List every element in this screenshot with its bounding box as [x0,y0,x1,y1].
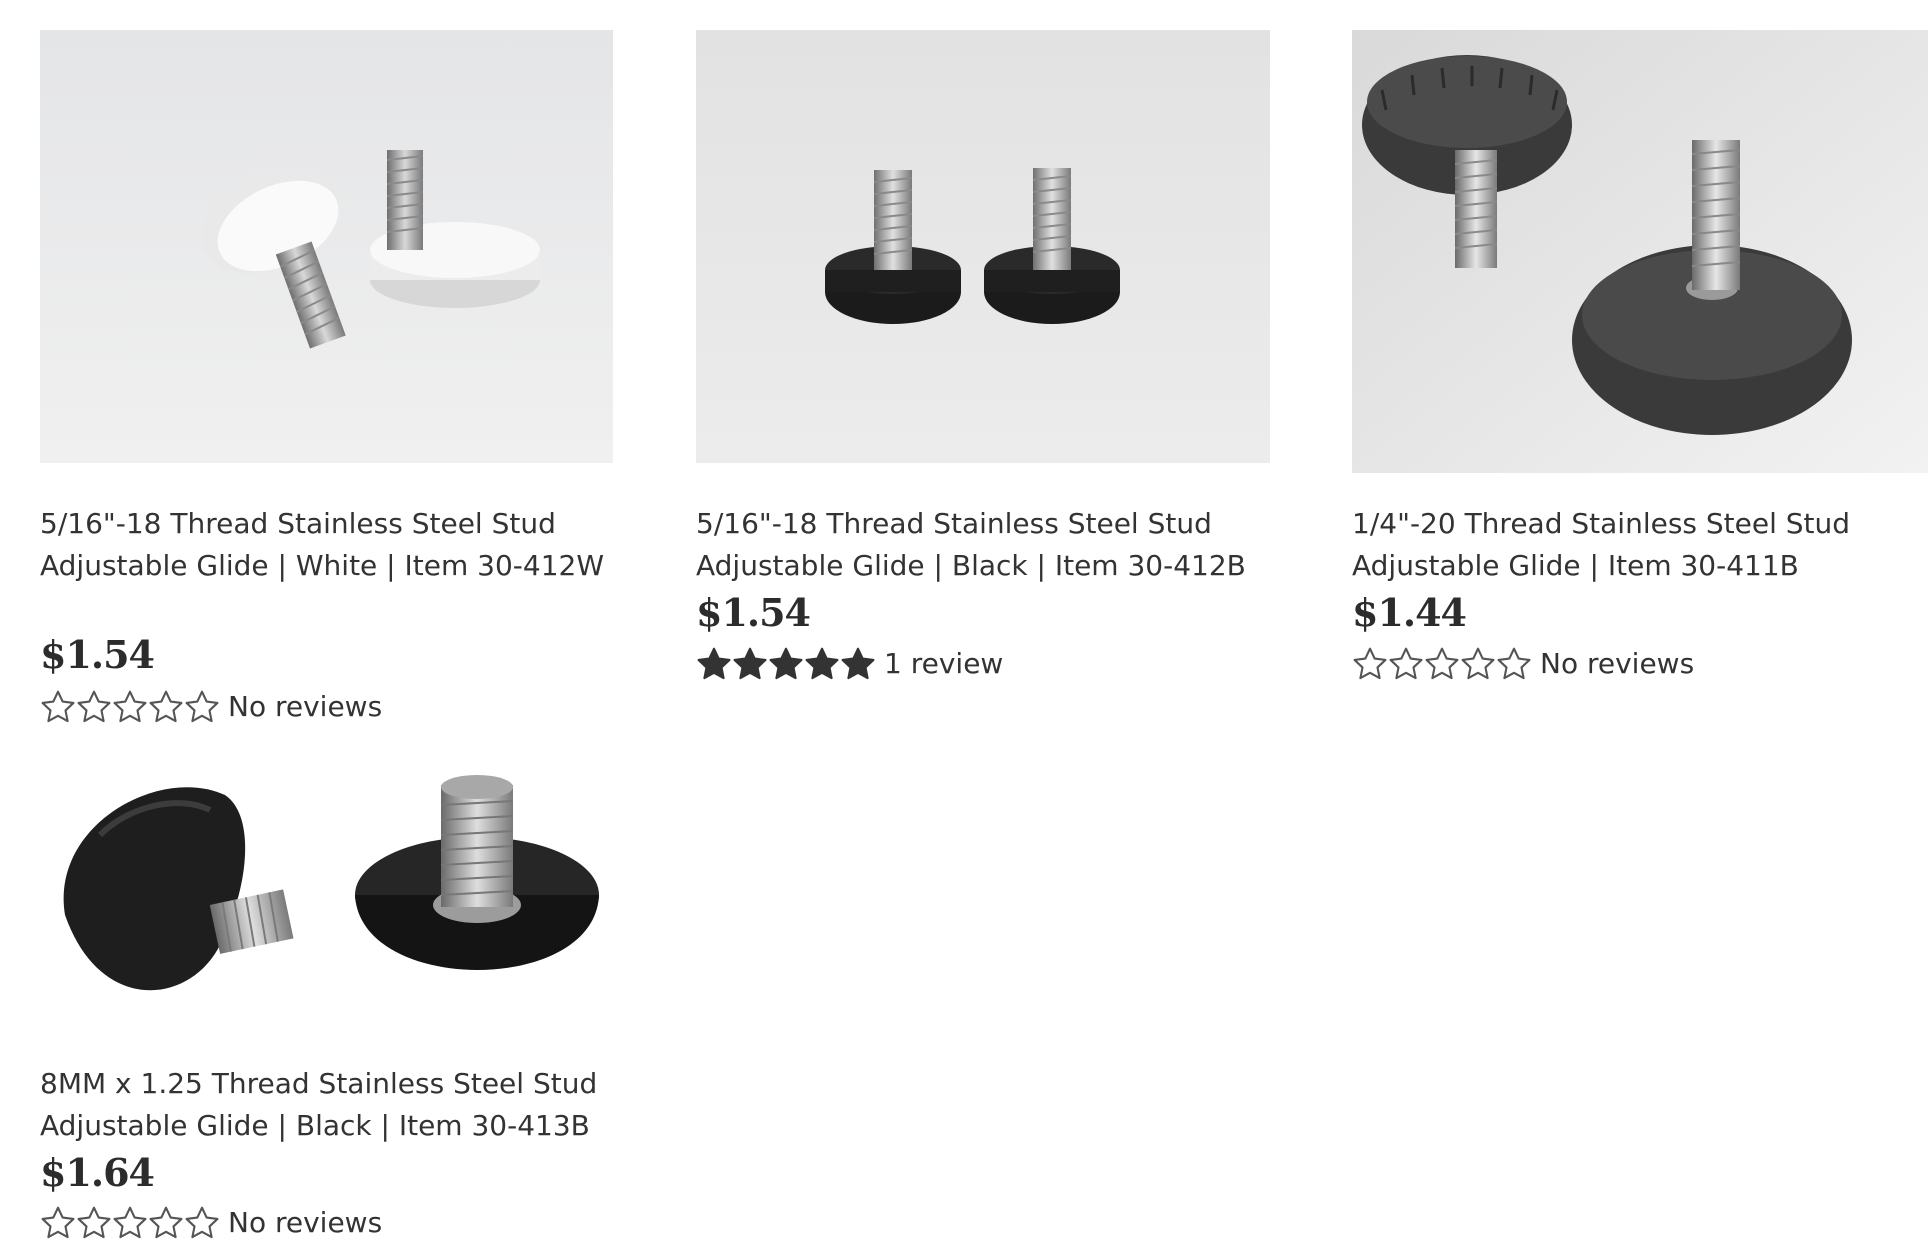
product-title[interactable]: 5/16"-18 Thread Stainless Steel Stud Adj… [696,503,1266,587]
star-outline-icon [1460,646,1496,682]
star-rating [40,1205,220,1241]
star-outline-icon [76,1205,112,1241]
review-count[interactable]: 1 review [884,644,1003,684]
star-filled-icon [732,646,768,682]
product-price: $1.54 [40,632,155,677]
product-image[interactable] [696,30,1270,463]
star-outline-icon [184,1205,220,1241]
star-filled-icon [768,646,804,682]
star-outline-icon [40,689,76,725]
product-rating[interactable]: No reviews [40,1203,382,1243]
star-filled-icon [840,646,876,682]
product-title[interactable]: 1/4"-20 Thread Stainless Steel Stud Adju… [1352,503,1922,587]
star-outline-icon [148,689,184,725]
star-rating [1352,646,1532,682]
product-image[interactable] [40,765,613,1035]
product-title[interactable]: 8MM x 1.25 Thread Stainless Steel Stud A… [40,1063,610,1147]
star-rating [696,646,876,682]
product-image[interactable] [1352,30,1928,473]
star-outline-icon [1496,646,1532,682]
product-image[interactable] [40,30,613,463]
star-outline-icon [1424,646,1460,682]
star-rating [40,689,220,725]
product-rating[interactable]: 1 review [696,644,1003,684]
product-price: $1.64 [40,1150,155,1195]
product-rating[interactable]: No reviews [1352,644,1694,684]
product-price: $1.44 [1352,590,1467,635]
review-count[interactable]: No reviews [1540,644,1694,684]
star-outline-icon [148,1205,184,1241]
star-outline-icon [76,689,112,725]
review-count[interactable]: No reviews [228,1203,382,1243]
star-outline-icon [1352,646,1388,682]
product-rating[interactable]: No reviews [40,687,382,727]
star-filled-icon [696,646,732,682]
star-outline-icon [112,689,148,725]
star-outline-icon [184,689,220,725]
star-outline-icon [1388,646,1424,682]
product-title[interactable]: 5/16"-18 Thread Stainless Steel Stud Adj… [40,503,610,587]
product-price: $1.54 [696,590,811,635]
review-count[interactable]: No reviews [228,687,382,727]
star-outline-icon [40,1205,76,1241]
star-filled-icon [804,646,840,682]
star-outline-icon [112,1205,148,1241]
